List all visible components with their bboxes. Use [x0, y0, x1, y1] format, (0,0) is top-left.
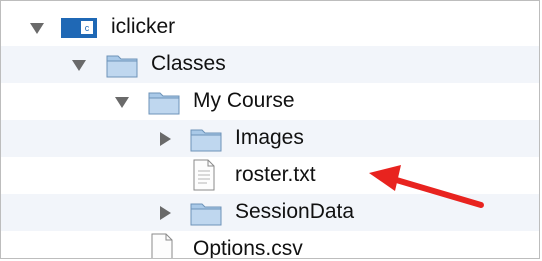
- svg-text:c: c: [85, 23, 90, 33]
- tree-item-label: roster.txt: [235, 163, 316, 186]
- finder-tree-view: c iclicker Classes My Course Images rost…: [0, 0, 540, 259]
- tree-row-classes[interactable]: Classes: [1, 46, 539, 83]
- folder-icon: [190, 203, 222, 226]
- folder-icon: [190, 129, 222, 152]
- tree-row-iclicker[interactable]: c iclicker: [1, 9, 539, 46]
- folder-icon: [148, 92, 180, 115]
- text-file-icon: [193, 159, 215, 191]
- disclosure-collapsed-icon[interactable]: [157, 131, 173, 147]
- red-arrow-icon: [369, 165, 484, 208]
- csv-file-icon: [151, 233, 173, 258]
- tree-item-label: SessionData: [235, 200, 355, 223]
- tree-item-label: My Course: [193, 89, 295, 112]
- disclosure-expanded-icon[interactable]: [29, 20, 45, 36]
- tree-item-label: Images: [235, 126, 304, 149]
- tree-item-label: Classes: [151, 52, 226, 75]
- folder-icon: [106, 55, 138, 78]
- disclosure-expanded-icon[interactable]: [71, 57, 87, 73]
- tree-row-my-course[interactable]: My Course: [1, 83, 539, 120]
- tree-row-images[interactable]: Images: [1, 120, 539, 157]
- app-folder-icon: c: [61, 18, 97, 38]
- tree-row-options-csv[interactable]: Options.csv: [1, 231, 539, 259]
- tree-item-label: iclicker: [111, 15, 176, 38]
- tree-item-label: Options.csv: [193, 237, 303, 259]
- disclosure-expanded-icon[interactable]: [114, 94, 130, 110]
- disclosure-collapsed-icon[interactable]: [157, 205, 173, 221]
